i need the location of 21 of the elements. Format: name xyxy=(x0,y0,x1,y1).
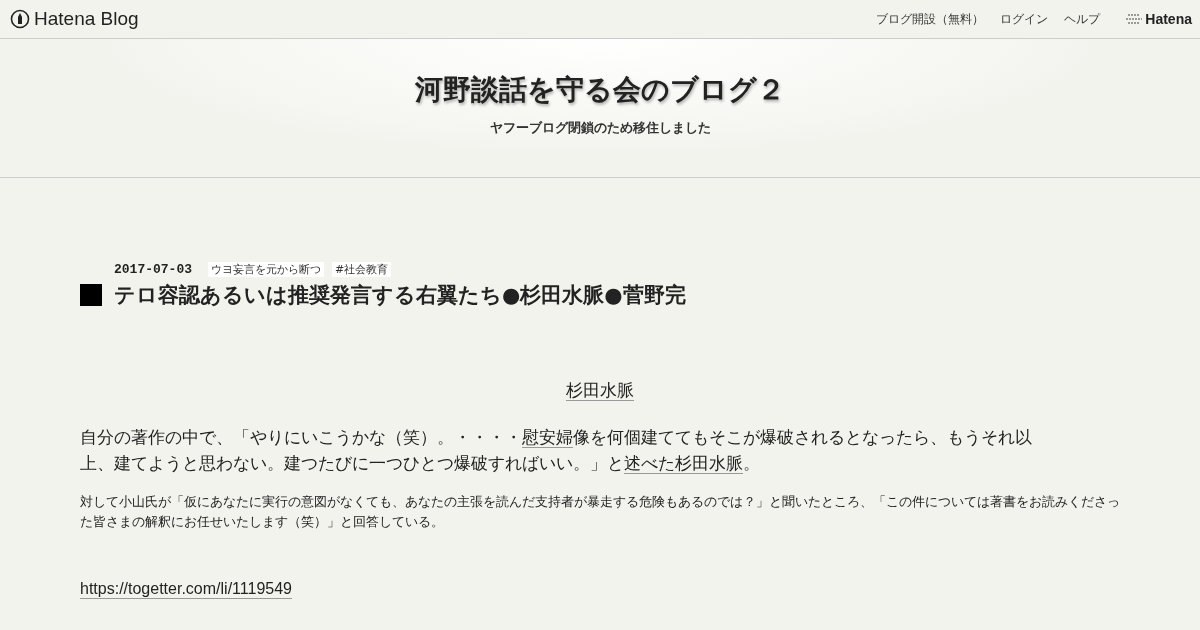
category-tag[interactable]: #社会教育 xyxy=(332,262,392,277)
url-link[interactable]: https://togetter.com/li/1119549 xyxy=(80,580,292,599)
entry-paragraph: 自分の著作の中で、「やりにいこうかな（笑）。・・・・慰安婦像を何個建ててもそこが爆破されるとなったら、もうそれ以上、建てようと思わない。建つたびに一つひとつ爆破すればいい。」と述べた杉田水脈。 xyxy=(80,426,1033,476)
keyword-link[interactable]: 杉田水脈 xyxy=(566,380,634,401)
keyword-link[interactable]: 杉田水脈 xyxy=(675,453,743,474)
nav-link[interactable]: ログイン xyxy=(1000,10,1049,28)
blog-title[interactable]: 河野談話を守る会のブログ２ xyxy=(415,71,785,109)
keyword-link[interactable]: 述べた xyxy=(624,453,675,474)
entry-title[interactable]: テロ容認あるいは推奨発言する右翼たち●杉田水脈●菅野完 xyxy=(114,281,686,309)
hatena-logo[interactable]: Hatena xyxy=(1126,11,1192,27)
entry-note: 対して小山氏が「仮にあなたに実行の意図がなくても、あなたの主張を読んだ支持者が暴走する危険もあるのでは？」と聞いたところ、「この件については著書をお読みくださった皆さまの解釈にお任せいたします（笑）」と回答している。 xyxy=(80,493,1120,531)
nav-link[interactable]: ブログ開設（無料） xyxy=(876,10,985,28)
nav-link[interactable]: ヘルプ xyxy=(1064,10,1101,28)
lines-icon xyxy=(1126,14,1143,24)
category-tag[interactable]: ウヨ妄言を元から断つ xyxy=(208,262,324,277)
keyword-link[interactable]: 慰安婦 xyxy=(522,427,573,448)
blog-description: ヤフーブログ閉鎖のため移住しました xyxy=(489,119,711,137)
hatena-blog-logo[interactable]: Hatena Blog xyxy=(10,8,139,30)
square-icon xyxy=(80,284,102,306)
entry-date[interactable]: 2017-07-03 xyxy=(114,262,192,277)
logo-icon xyxy=(10,9,30,29)
